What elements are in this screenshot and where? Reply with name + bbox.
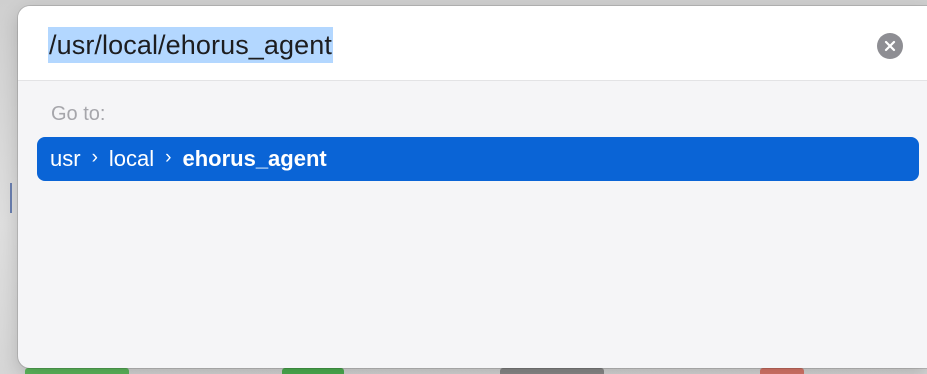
backdrop-dock-strip-gray <box>500 368 604 374</box>
path-input[interactable]: /usr/local/ehorus_agent <box>48 27 333 63</box>
goto-label: Go to: <box>51 103 106 125</box>
chevron-right-icon: › <box>165 147 172 168</box>
path-segment-usr: usr <box>50 146 81 171</box>
clear-button[interactable] <box>877 33 903 59</box>
path-segment-local: local <box>108 146 155 171</box>
window-edge-accent <box>10 183 12 213</box>
go-to-folder-dialog: /usr/local/ehorus_agent Go to: usr › loc… <box>18 6 927 368</box>
path-segment-ehorus-agent: ehorus_agent <box>182 146 327 171</box>
backdrop-dock-strip-green <box>25 368 129 374</box>
xmark-circle-icon <box>884 40 896 52</box>
backdrop-dock-strip-green-2 <box>282 368 344 374</box>
path-bar: /usr/local/ehorus_agent <box>18 6 927 81</box>
backdrop-dock-strip-red <box>760 368 804 374</box>
path-suggestion-row[interactable]: usr › local › ehorus_agent <box>37 137 919 181</box>
chevron-right-icon: › <box>91 147 98 168</box>
